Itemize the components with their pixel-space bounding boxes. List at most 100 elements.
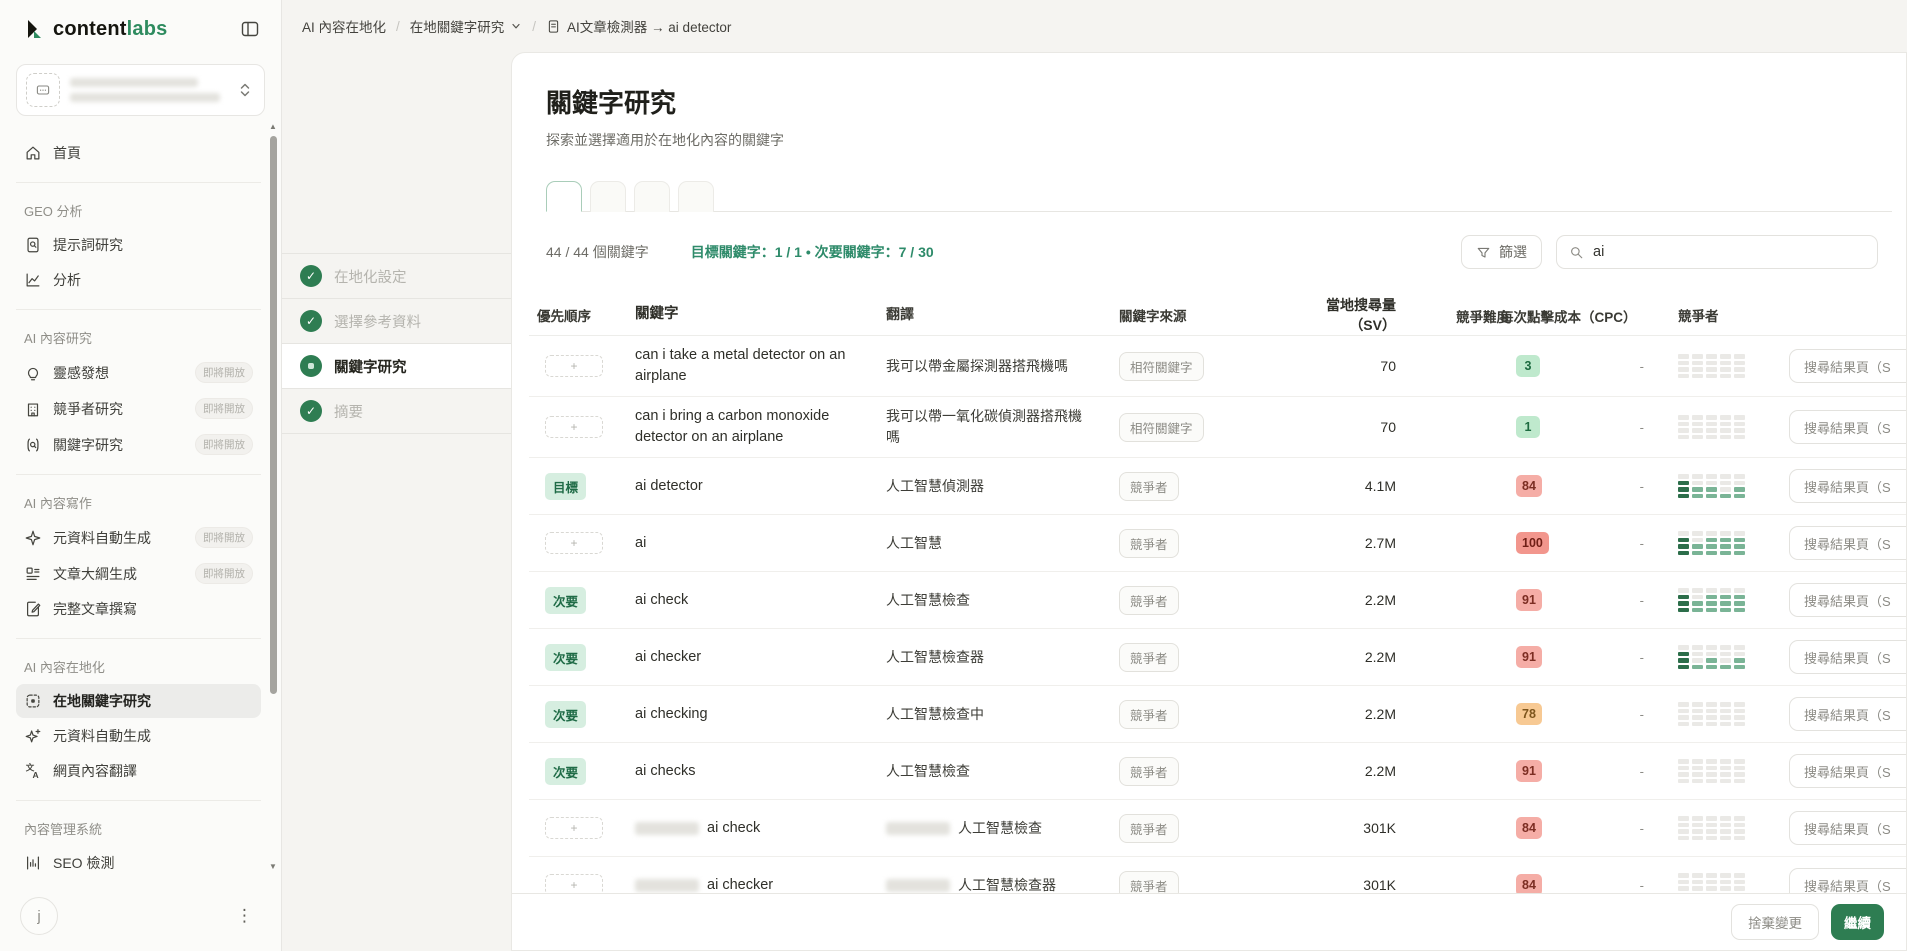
serp-button[interactable]: 搜尋結果頁（S [1789, 526, 1906, 560]
tab-4[interactable] [678, 181, 714, 212]
priority-cell: + [529, 817, 635, 839]
redacted-text [886, 879, 950, 892]
sidebar-item-keyword-search[interactable]: 關鍵字研究 即將開放 [16, 427, 261, 462]
sidebar-item-outline[interactable]: 文章大綱生成 即將開放 [16, 556, 261, 591]
sidebar-item-sparkle-plus[interactable]: 元資料自動生成 [16, 719, 261, 753]
scroll-up-icon[interactable]: ▲ [269, 122, 277, 131]
tab-2[interactable] [590, 181, 626, 212]
serp-button[interactable]: 搜尋結果頁（S [1789, 583, 1906, 617]
step-row[interactable]: ✓ 摘要 [282, 389, 511, 434]
scrollbar-thumb[interactable] [270, 136, 277, 694]
keyword-text: ai checking [635, 704, 708, 725]
user-avatar[interactable]: j [20, 897, 58, 935]
sidebar-item-home[interactable]: 首頁 [16, 136, 261, 170]
steps-panel: ✓ 在地化設定 ✓ 選擇參考資料 關鍵字研究 ✓ 摘要 [282, 52, 511, 951]
filter-button[interactable]: 篩選 [1461, 235, 1542, 269]
page-title: 關鍵字研究 [546, 83, 1906, 120]
serp-button[interactable]: 搜尋結果頁（S [1789, 469, 1906, 503]
sidebar-item-sparkle[interactable]: 元資料自動生成 即將開放 [16, 520, 261, 555]
add-priority-button[interactable]: + [545, 532, 603, 554]
add-priority-button[interactable]: + [545, 416, 603, 438]
keyword-text: ai check [635, 590, 688, 611]
source-badge: 競爭者 [1119, 643, 1179, 672]
table-row: 次要 ai checks 人工智慧檢查 競爭者 2.2M 91 - 搜尋結果頁（… [529, 743, 1906, 800]
topbar: AI 內容在地化 / 在地關鍵字研究 / AI文章檢測器 → ai detect… [282, 0, 1907, 52]
scroll-down-icon[interactable]: ▼ [269, 862, 277, 871]
main-content: 關鍵字研究 探索並選擇適用於在地化內容的關鍵字 44 / 44 個關鍵字 目標關… [511, 52, 1907, 951]
serp-button[interactable]: 搜尋結果頁（S [1789, 811, 1906, 845]
difficulty-badge: 91 [1516, 760, 1542, 782]
keyword-text: ai checks [635, 761, 695, 782]
add-priority-button[interactable]: + [545, 817, 603, 839]
search-volume: 70 [1291, 358, 1456, 374]
priority-cell: 次要 [529, 758, 635, 785]
difficulty-badge: 100 [1516, 532, 1549, 554]
sidebar-toggle-icon[interactable] [237, 16, 263, 42]
breadcrumb-item-3[interactable]: AI文章檢測器 → ai detector [546, 16, 731, 36]
sidebar-item-translate[interactable]: 文A 網頁內容翻譯 [16, 754, 261, 788]
add-priority-button[interactable]: + [545, 355, 603, 377]
sidebar-item-seo-bars[interactable]: SEO 檢測 [16, 846, 261, 877]
sidebar-item-pencil-doc[interactable]: 完整文章撰寫 [16, 592, 261, 626]
sidebar-item-doc-search[interactable]: 提示詞研究 [16, 228, 261, 262]
sidebar-item-building[interactable]: 競爭者研究 即將開放 [16, 391, 261, 426]
sidebar-scrollbar[interactable]: ▲ ▼ [268, 122, 278, 871]
logo-mark-icon [26, 18, 46, 40]
cpc-value: - [1640, 536, 1644, 551]
translation-text: 人工智慧檢查 [886, 761, 970, 782]
serp-button[interactable]: 搜尋結果頁（S [1789, 697, 1906, 731]
priority-cell: + [529, 416, 635, 438]
source-badge: 競爭者 [1119, 814, 1179, 843]
sidebar-section-label: GEO 分析 [16, 195, 261, 228]
sparkle-plus-icon [24, 727, 42, 745]
step-row[interactable]: ✓ 在地化設定 [282, 254, 511, 299]
priority-cell: 次要 [529, 587, 635, 614]
competitor-chart [1678, 588, 1771, 612]
breadcrumb-item-1[interactable]: AI 內容在地化 [302, 16, 386, 36]
redacted-text [635, 822, 699, 835]
sidebar-section-label: AI 內容研究 [16, 322, 261, 355]
serp-button[interactable]: 搜尋結果頁（S [1789, 754, 1906, 788]
steps-list: ✓ 在地化設定 ✓ 選擇參考資料 關鍵字研究 ✓ 摘要 [282, 253, 511, 434]
home-icon [24, 144, 42, 162]
keyword-text: ai check [707, 818, 760, 839]
serp-button[interactable]: 搜尋結果頁（S [1789, 349, 1906, 383]
table-row: 次要 ai checker 人工智慧檢查器 競爭者 2.2M 91 - 搜尋結果… [529, 629, 1906, 686]
local-keyword-icon [24, 692, 42, 710]
sidebar-item-local-keyword[interactable]: 在地關鍵字研究 [16, 684, 261, 718]
app-logo[interactable]: contentlabs [26, 18, 167, 41]
tab-1[interactable] [546, 181, 582, 212]
project-selector[interactable] [16, 64, 265, 116]
chart-line-icon [24, 271, 42, 289]
building-icon [24, 400, 42, 418]
funnel-icon [1476, 245, 1491, 260]
serp-button[interactable]: 搜尋結果頁（S [1789, 410, 1906, 444]
kebab-menu-icon[interactable]: ⋮ [228, 902, 261, 930]
sidebar-section: AI 內容在地化 在地關鍵字研究 元資料自動生成 文A 網頁內容翻譯 [16, 638, 261, 788]
sparkle-icon [24, 529, 42, 547]
search-input[interactable] [1593, 244, 1865, 260]
step-row[interactable]: 關鍵字研究 [282, 344, 511, 389]
discard-button[interactable]: 捨棄變更 [1731, 904, 1819, 940]
sidebar-item-idea[interactable]: 靈感發想 即將開放 [16, 355, 261, 390]
sidebar-section: AI 內容寫作 元資料自動生成 即將開放 文章大綱生成 即將開放 完整文章撰寫 [16, 474, 261, 626]
serp-button[interactable]: 搜尋結果頁（S [1789, 640, 1906, 674]
sidebar-section-label: AI 內容在地化 [16, 651, 261, 684]
breadcrumb-item-2-dropdown[interactable]: 在地關鍵字研究 [410, 16, 523, 36]
difficulty-badge: 91 [1516, 646, 1542, 668]
step-row[interactable]: ✓ 選擇參考資料 [282, 299, 511, 344]
sidebar-nav: 首頁 GEO 分析 提示詞研究 分析 AI 內容研究 靈感發想 即將開放 競爭者… [0, 128, 267, 877]
select-chevrons-icon [238, 82, 252, 98]
logo-text-green: labs [127, 18, 168, 40]
keyword-text: ai detector [635, 476, 703, 497]
cpc-value: - [1640, 420, 1644, 435]
tab-3[interactable] [634, 181, 670, 212]
keyword-text: ai checker [635, 647, 701, 668]
table-row: + ai checker 人工智慧檢查器 競爭者 301K 84 - 搜尋結果頁… [529, 857, 1906, 898]
source-badge: 相符關鍵字 [1119, 352, 1204, 381]
search-icon [1569, 245, 1584, 260]
continue-button[interactable]: 繼續 [1831, 904, 1884, 940]
sidebar-item-chart-line[interactable]: 分析 [16, 263, 261, 297]
search-volume: 4.1M [1291, 478, 1456, 494]
difficulty-badge: 91 [1516, 589, 1542, 611]
